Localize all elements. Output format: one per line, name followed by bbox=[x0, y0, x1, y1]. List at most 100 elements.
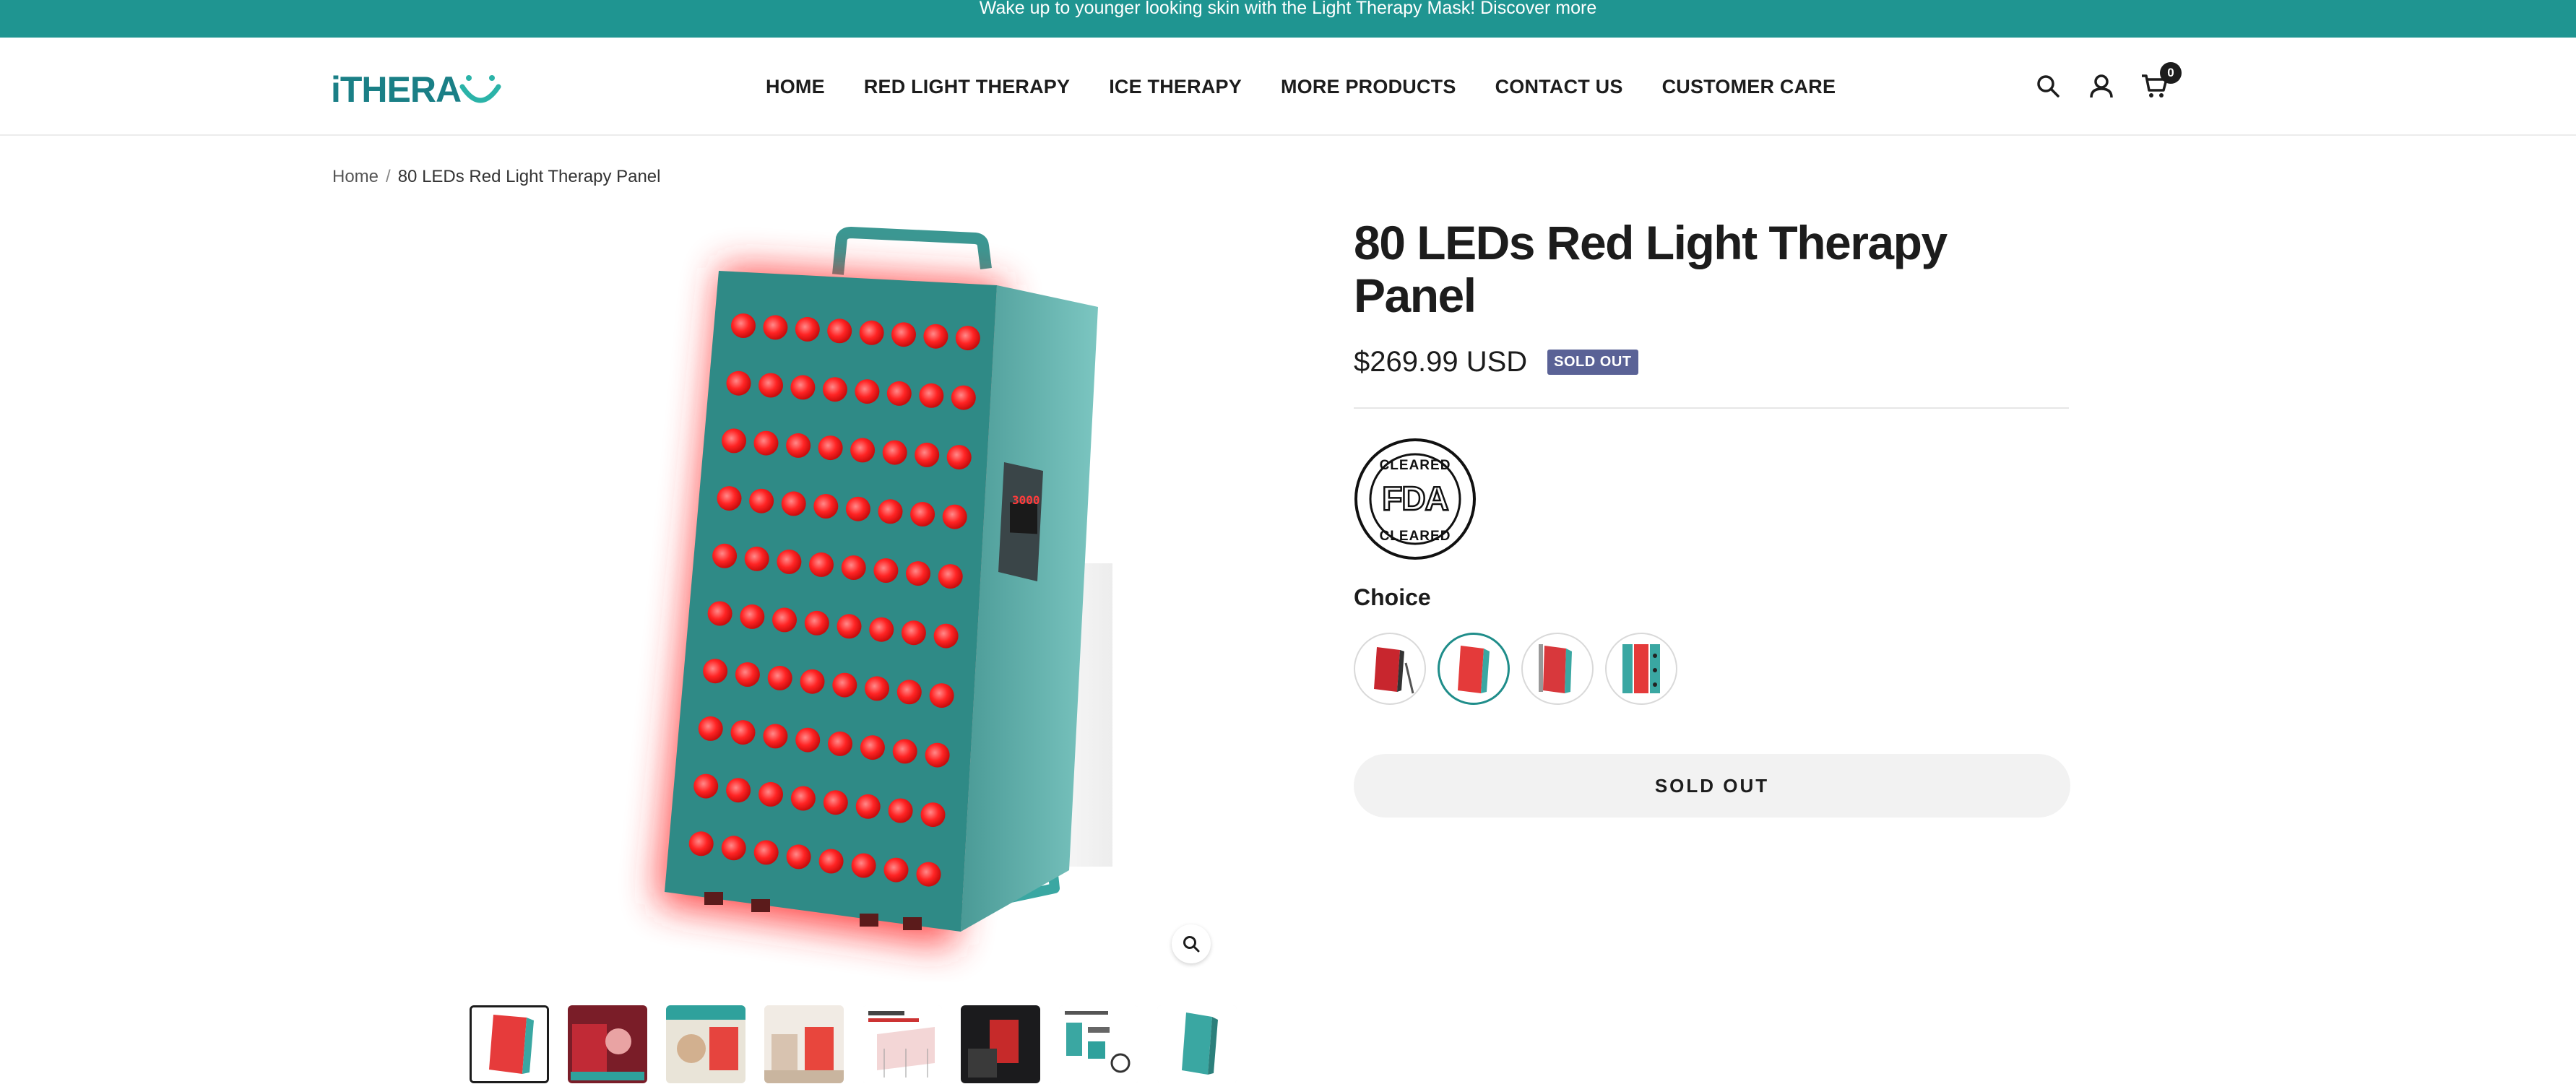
thumbnail-3[interactable] bbox=[666, 1005, 745, 1083]
led bbox=[929, 683, 954, 708]
thumbnail-5[interactable] bbox=[863, 1005, 942, 1083]
led bbox=[753, 840, 779, 865]
choice-swatch-3[interactable] bbox=[1521, 633, 1594, 706]
led bbox=[906, 561, 930, 586]
led bbox=[753, 430, 779, 456]
led bbox=[735, 662, 760, 687]
choice-swatch-1[interactable] bbox=[1354, 633, 1426, 706]
led bbox=[891, 322, 916, 347]
product-main-image[interactable]: 3000 bbox=[549, 217, 1214, 982]
led bbox=[920, 802, 946, 828]
price-row: $269.99 USD SOLD OUT bbox=[1354, 346, 2070, 378]
led bbox=[951, 385, 976, 410]
led bbox=[878, 499, 903, 524]
led bbox=[786, 433, 811, 458]
led bbox=[800, 669, 825, 694]
account-icon[interactable] bbox=[2086, 71, 2117, 101]
led bbox=[837, 614, 862, 639]
choice-swatch-2[interactable] bbox=[1438, 633, 1510, 706]
led bbox=[822, 377, 847, 402]
choice-label: Choice bbox=[1354, 584, 1431, 611]
thumbnail-7[interactable] bbox=[1059, 1005, 1138, 1083]
nav-customer-care[interactable]: CUSTOMER CARE bbox=[1662, 76, 1836, 98]
zoom-icon bbox=[1183, 936, 1200, 953]
led bbox=[886, 381, 912, 406]
led bbox=[758, 781, 783, 807]
product-title: 80 LEDs Red Light Therapy Panel bbox=[1354, 216, 1948, 322]
led bbox=[688, 831, 714, 857]
led bbox=[818, 849, 844, 874]
breadcrumb-home[interactable]: Home bbox=[332, 167, 379, 187]
logo-smile-icon bbox=[459, 75, 501, 103]
led bbox=[795, 727, 821, 753]
led bbox=[763, 315, 788, 340]
led bbox=[859, 320, 884, 345]
led bbox=[823, 790, 848, 815]
led bbox=[841, 555, 866, 580]
nav-more-products[interactable]: MORE PRODUCTS bbox=[1281, 76, 1456, 98]
breadcrumb-current: 80 LEDs Red Light Therapy Panel bbox=[397, 167, 661, 186]
led bbox=[865, 676, 889, 701]
thumbnail-strip bbox=[470, 1005, 1237, 1083]
fda-cleared-badge: CLEARED FDA CLEARED bbox=[1354, 438, 1476, 560]
led bbox=[717, 486, 742, 511]
thumbnail-1[interactable] bbox=[470, 1005, 549, 1083]
cart-icon[interactable]: 0 bbox=[2140, 62, 2182, 101]
led bbox=[896, 680, 922, 705]
thumbnail-2[interactable] bbox=[568, 1005, 647, 1083]
led bbox=[772, 607, 797, 633]
led bbox=[790, 786, 816, 811]
logo-text: iTHERA bbox=[331, 69, 462, 110]
led bbox=[698, 716, 723, 741]
nav-home[interactable]: HOME bbox=[766, 76, 825, 98]
panel-display-text: 3000 bbox=[1012, 493, 1040, 507]
announcement-bar[interactable]: Wake up to younger looking skin with the… bbox=[0, 0, 2576, 38]
led bbox=[763, 724, 788, 749]
site-header: iTHERA HOME RED LIGHT THERAPY ICE THERAP… bbox=[0, 38, 2576, 136]
announcement-text[interactable]: Wake up to younger looking skin with the… bbox=[980, 0, 1597, 17]
led bbox=[795, 316, 820, 342]
led bbox=[869, 617, 894, 642]
main-nav: HOME RED LIGHT THERAPY ICE THERAPY MORE … bbox=[766, 38, 1836, 136]
led bbox=[873, 558, 899, 583]
led bbox=[851, 853, 876, 878]
led bbox=[892, 739, 917, 764]
led bbox=[882, 440, 907, 465]
nav-ice-therapy[interactable]: ICE THERAPY bbox=[1109, 76, 1242, 98]
led bbox=[731, 313, 756, 338]
thumbnail-4[interactable] bbox=[764, 1005, 844, 1083]
led bbox=[832, 672, 857, 698]
choice-swatch-4[interactable] bbox=[1605, 633, 1677, 706]
led bbox=[855, 794, 881, 819]
led bbox=[813, 494, 839, 519]
logo[interactable]: iTHERA bbox=[331, 68, 503, 111]
nav-red-light-therapy[interactable]: RED LIGHT THERAPY bbox=[864, 76, 1070, 98]
sold-out-button[interactable]: SOLD OUT bbox=[1354, 754, 2070, 818]
led bbox=[850, 438, 876, 463]
fda-bottom-text: CLEARED bbox=[1380, 529, 1451, 544]
led bbox=[809, 552, 834, 577]
led bbox=[804, 610, 829, 636]
nav-contact-us[interactable]: CONTACT US bbox=[1495, 76, 1623, 98]
led bbox=[828, 731, 852, 756]
led bbox=[786, 844, 811, 870]
zoom-button[interactable] bbox=[1172, 924, 1211, 963]
led bbox=[726, 370, 751, 396]
cart-count-badge: 0 bbox=[2160, 62, 2182, 84]
led bbox=[901, 620, 926, 646]
product-price: $269.99 USD bbox=[1354, 346, 1528, 378]
led bbox=[758, 373, 783, 398]
led bbox=[919, 383, 944, 408]
led bbox=[933, 623, 959, 649]
choice-swatches bbox=[1354, 633, 2070, 706]
fda-top-text: CLEARED bbox=[1380, 458, 1451, 473]
search-icon[interactable] bbox=[2033, 71, 2063, 101]
led bbox=[781, 491, 806, 516]
led bbox=[790, 375, 816, 400]
led bbox=[730, 720, 756, 745]
led bbox=[818, 435, 843, 461]
led bbox=[946, 445, 972, 470]
thumbnail-6[interactable] bbox=[961, 1005, 1040, 1083]
led bbox=[721, 836, 746, 861]
thumbnail-8[interactable] bbox=[1157, 1005, 1237, 1083]
